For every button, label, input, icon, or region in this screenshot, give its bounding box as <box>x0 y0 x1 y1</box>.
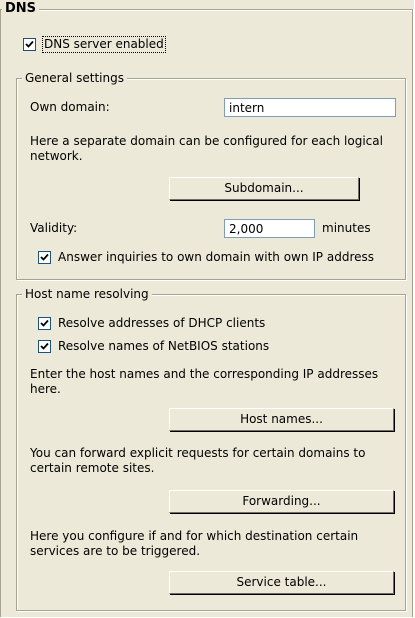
service-table-text: Here you configure if and for which dest… <box>30 529 359 558</box>
forwarding-text: You can forward explicit requests for ce… <box>30 446 366 475</box>
answer-inquiries-checkbox[interactable] <box>38 251 51 264</box>
separate-domain-text: Here a separate domain can be configured… <box>30 134 383 163</box>
validity-unit: minutes <box>322 221 371 235</box>
answer-inquiries-label[interactable]: Answer inquiries to own domain with own … <box>58 250 374 265</box>
checkmark-icon <box>40 253 49 261</box>
own-domain-input[interactable] <box>224 98 396 117</box>
checkmark-icon <box>40 342 49 350</box>
group-border <box>0 9 1 617</box>
resolve-netbios-checkbox[interactable] <box>38 340 51 353</box>
checkmark-icon <box>40 319 49 327</box>
group-border <box>0 10 413 11</box>
dns-panel: DNS DNS server enabled General settings … <box>0 0 414 617</box>
validity-label: Validity: <box>30 221 78 235</box>
validity-input[interactable] <box>224 219 315 238</box>
dns-enabled-label[interactable]: DNS server enabled <box>42 36 166 53</box>
host-name-resolving-title: Host name resolving <box>22 287 152 302</box>
resolve-netbios-label[interactable]: Resolve names of NetBIOS stations <box>58 339 269 354</box>
resolve-dhcp-label[interactable]: Resolve addresses of DHCP clients <box>58 316 265 331</box>
group-border <box>413 9 414 617</box>
own-domain-label: Own domain: <box>30 100 110 114</box>
general-settings-group: General settings Own domain: Here a sepa… <box>16 71 406 280</box>
forwarding-button[interactable]: Forwarding... <box>169 490 394 513</box>
service-table-button[interactable]: Service table... <box>169 571 394 594</box>
general-settings-title: General settings <box>22 71 127 86</box>
host-name-resolving-group: Host name resolving Resolve addresses of… <box>16 287 406 611</box>
host-names-text: Enter the host names and the correspondi… <box>30 367 379 396</box>
dns-group-title: DNS <box>2 0 40 18</box>
resolve-dhcp-checkbox[interactable] <box>38 317 51 330</box>
dns-enabled-checkbox[interactable] <box>23 38 36 51</box>
host-names-button[interactable]: Host names... <box>169 408 394 431</box>
checkmark-icon <box>25 40 34 48</box>
subdomain-button[interactable]: Subdomain... <box>169 177 359 200</box>
